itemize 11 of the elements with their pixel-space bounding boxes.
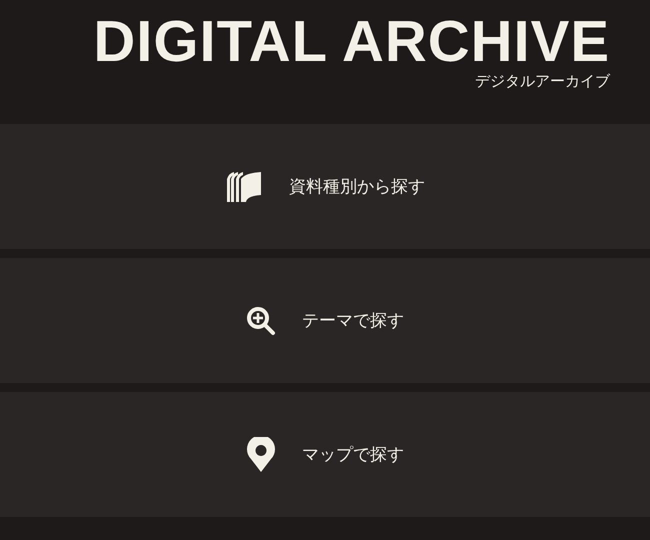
map-pin-icon [246, 436, 276, 472]
menu-panel[interactable]: マップで探す [0, 392, 650, 517]
menu-label: テーマで探す [302, 310, 404, 332]
books-icon [225, 170, 263, 202]
menu-label: マップで探す [302, 444, 404, 466]
site-title: DIGITAL ARCHIVE [93, 10, 610, 74]
menu-panel[interactable]: 資料種別から探す [0, 124, 650, 249]
menu-panel[interactable]: テーマで探す [0, 258, 650, 383]
zoom-in-icon [246, 306, 276, 336]
menu-label: 資料種別から探す [289, 176, 425, 198]
site-subtitle: デジタルアーカイブ [475, 72, 610, 92]
